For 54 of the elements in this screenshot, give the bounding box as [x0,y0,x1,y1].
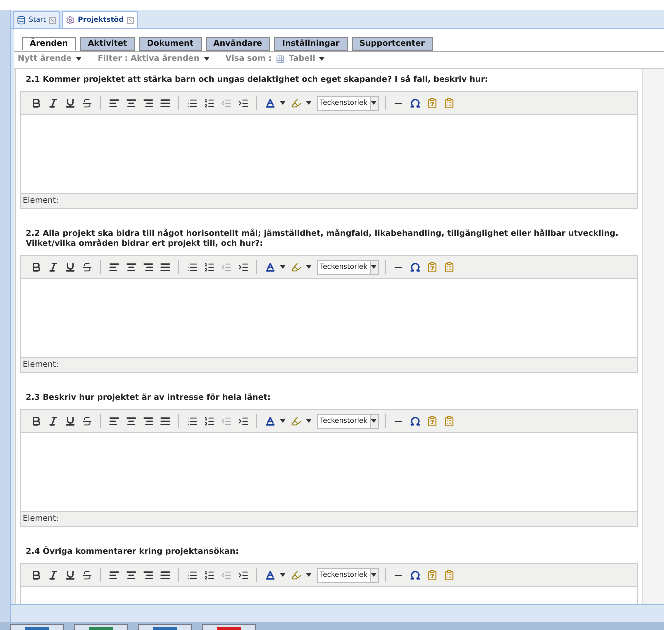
text-color-icon[interactable] [263,414,277,428]
section-tab[interactable]: Användare [206,37,270,51]
caret-icon [371,101,378,105]
toolbar-menu[interactable]: Filter : Aktiva ärenden [98,53,210,65]
omega-icon[interactable] [408,568,423,582]
taskbar-button[interactable] [10,624,64,630]
question-label: 2.1 Kommer projektet att stärka barn och ungas delaktighet och eget skapande? I så fall, beskriv hur: [25,74,490,86]
caret-icon [306,101,312,105]
element-path-label: Element: [23,513,59,525]
caret-icon [371,265,378,269]
caret-icon [280,419,286,423]
underline-icon[interactable] [63,414,77,428]
grid-icon [276,54,285,64]
caret-icon [280,265,286,269]
close-icon[interactable] [49,16,56,24]
underline-icon[interactable] [63,568,77,582]
caret-icon [76,57,82,61]
omega-icon[interactable] [408,414,423,428]
text-color-icon[interactable] [263,260,277,274]
caret-icon [204,57,210,61]
element-path-label: Element: [23,195,59,207]
omega-icon[interactable] [408,96,423,110]
taskbar-button[interactable] [202,624,256,630]
view-label: Visa som : [226,53,272,65]
caret-icon [306,419,312,423]
scrollbar[interactable] [642,69,664,604]
question-label: 2.3 Beskriv hur projektet är av intresse för hela länet: [25,392,272,404]
caret-icon [371,573,378,577]
toolbar-menu[interactable]: Nytt ärende [18,53,82,65]
section-tab[interactable]: Inställningar [274,37,348,51]
question-label: 2.4 Övriga kommentarer kring projektansökan: [25,546,240,558]
section-tab[interactable]: Dokument [139,37,202,51]
section-tab[interactable]: Ärenden [22,37,76,51]
element-path-label: Element: [23,359,59,371]
taskbar-button[interactable] [138,624,192,630]
caret-icon [306,265,312,269]
caret-icon [371,419,378,423]
text-color-icon[interactable] [263,96,277,110]
text-color-icon[interactable] [263,568,277,582]
caret-icon [319,57,326,61]
toolbar-menu[interactable]: Tabell [276,53,326,65]
caret-icon [280,101,286,105]
underline-icon[interactable] [63,96,77,110]
database-icon [17,16,26,24]
gear-icon [66,16,76,24]
taskbar-button[interactable] [74,624,128,630]
caret-icon [306,573,312,577]
underline-icon[interactable] [63,260,77,274]
close-icon[interactable] [126,16,134,24]
question-label: 2.2 Alla projekt ska bidra till något horisontellt mål; jämställdhet, mångfald, likabehandling, tillgänglighet eller hållbar utveckling. Vilket/vilka områden bidrar ert projekt till, och hur?: [25,228,620,250]
section-tab[interactable]: Aktivitet [80,37,136,51]
omega-icon[interactable] [408,260,423,274]
caret-icon [280,573,286,577]
section-tab[interactable]: Supportcenter [352,37,433,51]
